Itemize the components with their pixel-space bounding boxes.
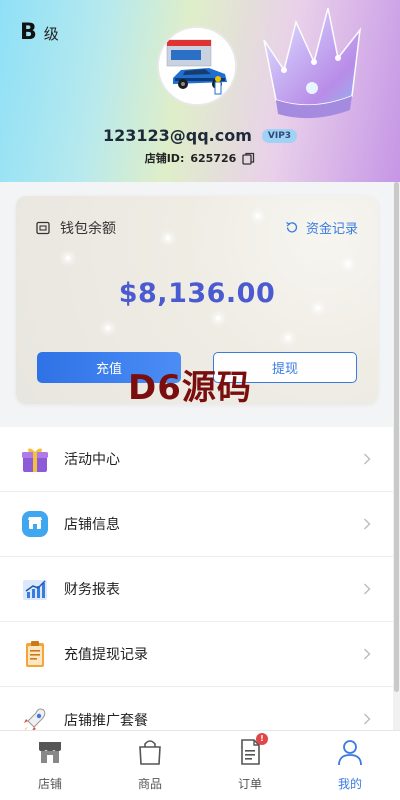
- menu-item-finance-report[interactable]: 财务报表: [0, 557, 393, 622]
- history-icon: [286, 221, 298, 233]
- nav-label: 商品: [137, 777, 162, 791]
- level-text: 级: [43, 25, 59, 43]
- menu-list: 活动中心 店铺信息 财务报表 充值提现记录 店铺推广套餐: [0, 427, 393, 752]
- clipboard-icon: [20, 639, 50, 669]
- menu-item-recharge-withdraw-records[interactable]: 充值提现记录: [0, 622, 393, 687]
- nav-item-store[interactable]: 店铺: [0, 731, 100, 800]
- chevron-right-icon: [364, 453, 371, 465]
- nav-label: 店铺: [37, 777, 62, 791]
- finance-chart-icon: [20, 574, 50, 604]
- menu-item-shop-info[interactable]: 店铺信息: [0, 492, 393, 557]
- shop-id-value: 625726: [190, 151, 237, 165]
- menu-item-activity-center[interactable]: 活动中心: [0, 427, 393, 492]
- menu-label: 充值提现记录: [64, 647, 148, 663]
- fund-records-link[interactable]: 资金记录: [285, 218, 358, 237]
- recharge-button[interactable]: 充值: [37, 352, 181, 383]
- wallet-icon: [36, 221, 50, 235]
- menu-label: 店铺信息: [64, 517, 120, 533]
- order-badge: !: [256, 733, 268, 745]
- gift-icon: [20, 444, 50, 474]
- wallet-balance: $8,136.00: [118, 278, 276, 309]
- wallet-title-label: 钱包余额: [60, 221, 116, 237]
- chevron-right-icon: [364, 583, 371, 595]
- user-email: 123123@qq.com: [102, 126, 252, 145]
- scrollbar-thumb[interactable]: [394, 182, 399, 692]
- shopping-bag-icon: [139, 740, 161, 765]
- level-indicator: B 级: [20, 20, 59, 45]
- nav-item-orders[interactable]: ! 订单: [200, 731, 300, 800]
- shop-id-label: 店铺ID:: [144, 152, 185, 165]
- wallet-title: 钱包余额: [36, 218, 116, 238]
- menu-label: 财务报表: [64, 582, 120, 598]
- wallet-card: 钱包余额 资金记录 $8,136.00 充值 提现: [16, 196, 378, 404]
- menu-label: 活动中心: [64, 452, 120, 468]
- store-icon: [39, 742, 61, 763]
- vip-badge: VIP3: [261, 128, 298, 143]
- nav-label: 订单: [237, 777, 262, 791]
- car-avatar-icon: [159, 28, 235, 104]
- nav-item-mine[interactable]: 我的: [300, 731, 400, 800]
- fund-records-label: 资金记录: [305, 222, 358, 237]
- nav-item-products[interactable]: 商品: [100, 731, 200, 800]
- profile-header: B 级 123123@qq.com VIP3 店铺ID: 625726: [0, 0, 400, 182]
- email-row: 123123@qq.com VIP3: [0, 126, 400, 145]
- crown-icon: [263, 7, 362, 119]
- avatar[interactable]: [157, 26, 237, 106]
- menu-label: 店铺推广套餐: [64, 712, 148, 729]
- nav-label: 我的: [337, 777, 362, 791]
- chevron-right-icon: [364, 648, 371, 660]
- copy-icon[interactable]: [242, 152, 255, 165]
- level-letter: B: [20, 20, 37, 45]
- chevron-right-icon: [364, 518, 371, 530]
- chevron-right-icon: [364, 713, 371, 725]
- user-icon: [338, 740, 362, 766]
- shop-id-row: 店铺ID: 625726: [0, 150, 400, 166]
- bottom-nav: 店铺 商品 ! 订单 我的: [0, 730, 400, 800]
- withdraw-button[interactable]: 提现: [213, 352, 357, 383]
- shop-info-icon: [20, 509, 50, 539]
